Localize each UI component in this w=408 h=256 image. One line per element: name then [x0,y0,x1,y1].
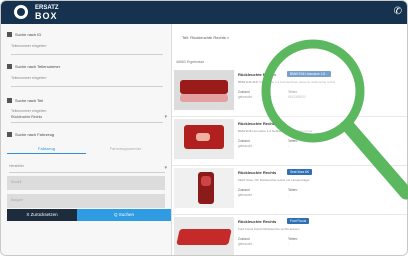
vehicle-tabs: Fahrzeug Fahrzeugnummer [7,146,165,156]
model-select[interactable]: Modell [7,176,165,190]
card-title[interactable]: Rückleuchte Rechts [238,219,276,224]
part-input[interactable] [11,122,163,123]
id-input[interactable] [11,54,163,55]
manufacturer-select[interactable]: Hersteller [9,164,24,168]
results-count: 46563 Ergebnisse [176,60,205,64]
result-card[interactable]: Rückleuchte Rechts Seat Ibiza 6K SEAT Ib… [172,166,407,215]
card-title[interactable]: Rückleuchte Rechts [238,170,276,175]
search-sidebar: Suche nach ID Teilenummer eingeben Suche… [1,24,172,255]
card-title[interactable]: Rückleuchte Rechts [238,121,276,126]
app-window: ERSATZ BOX ✆ Suche nach ID Teilenummer e… [0,0,408,256]
phone-icon[interactable]: ✆ [394,6,402,17]
checkbox-icon[interactable] [7,64,12,70]
partnr-value: - [288,144,290,148]
condition-value: gebraucht [238,95,253,99]
tab-vehicle[interactable]: Fahrzeug [7,146,86,154]
condition-value: gebraucht [238,242,253,246]
brand-main-text: BOX [35,11,58,21]
condition-label: Zustand [238,139,250,143]
card-title[interactable]: Rückleuchte Rechts [238,72,276,77]
part-value[interactable]: Rückleuchte Rechts [11,115,42,119]
checkbox-icon[interactable] [7,98,12,104]
condition-label: Zustand [238,188,250,192]
section-label: Suche nach ID [15,32,42,37]
vehicle-badge: Ford Focus [287,218,310,224]
product-image[interactable] [174,119,234,159]
product-image[interactable] [174,70,234,110]
vehicle-badge: Seat Ibiza 6K [287,169,312,175]
partnr-value: - [288,242,290,246]
card-description: SEAT Ibiza / 6K Rückleuchte rechts mit L… [238,178,310,182]
field-label: Teilenummer eingeben [11,76,47,80]
reset-button[interactable]: X Zurücksetzen [7,209,77,221]
brand-logo-icon[interactable] [14,5,28,19]
product-image[interactable] [174,168,234,208]
section-label: Suche nach Teilenummer [15,64,61,69]
checkbox-icon[interactable] [7,132,12,138]
condition-value: gebraucht [238,193,253,197]
condition-value: gebraucht [238,144,253,148]
checkbox-icon[interactable] [7,32,12,38]
result-card[interactable]: Rückleuchte Rechts BMW E46 Limousine 1.8… [172,68,407,117]
results-panel: Teil: Rückleuchte Rechts × 46563 Ergebni… [172,24,407,255]
section-label: Suche nach Teil [15,98,44,103]
chevron-down-icon[interactable]: ▾ [164,114,167,120]
partnr-label: Teilenr. [288,188,299,192]
brand-logo-text[interactable]: ERSATZ BOX [35,5,59,21]
manufacturer-line [9,172,165,173]
model-label: Modell [11,180,22,184]
condition-label: Zustand [238,90,250,94]
partnr-value: 6913389030 [288,95,306,99]
partnr-value: - [288,193,290,197]
year-label: Baujahr [11,198,24,202]
condition-label: Zustand [238,237,250,241]
section-vehicle[interactable]: Suche nach Fahrzeug [7,132,55,138]
year-select[interactable]: Baujahr [7,194,165,208]
card-description: Ford Focus Kombi Rückleuchte rechts auss… [238,227,300,231]
section-partnumber[interactable]: Suche nach Teilenummer [7,64,61,70]
result-card[interactable]: Rückleuchte Rechts Ford Focus Ford Focus… [172,215,407,255]
vehicle-badge: BMW E46 Limousine 1.8 .. [287,71,331,77]
partnr-label: Teilenr. [288,139,299,143]
filter-chip[interactable]: Teil: Rückleuchte Rechts × [182,35,229,40]
card-description: BMW E46 316i / Limousine 1.9 Gebrauchtte… [238,80,336,84]
partnr-label: Teilenr. [288,237,299,241]
section-label: Suche nach Fahrzeug [15,132,55,137]
chevron-down-icon[interactable]: ▾ [164,165,167,171]
section-part[interactable]: Suche nach Teil [7,98,44,104]
field-label: Teilenummer eingeben [11,44,47,48]
partnumber-input[interactable] [11,86,163,87]
field-label: Teilenummer eingeben [11,109,47,113]
card-description: BMW E46 Limousine 1.9 Gebrauchtteil mit … [238,129,313,133]
product-image[interactable] [174,217,234,255]
partnr-label: Teilenr. [288,90,299,94]
top-bar: ERSATZ BOX ✆ [1,1,407,24]
result-card[interactable]: Rückleuchte Rechts BMW E46 Limousine 1.9… [172,117,407,166]
search-button[interactable]: Q Suchen [77,209,171,221]
tab-vehicle-number[interactable]: Fahrzeugnummer [86,146,165,153]
section-id[interactable]: Suche nach ID [7,32,42,38]
